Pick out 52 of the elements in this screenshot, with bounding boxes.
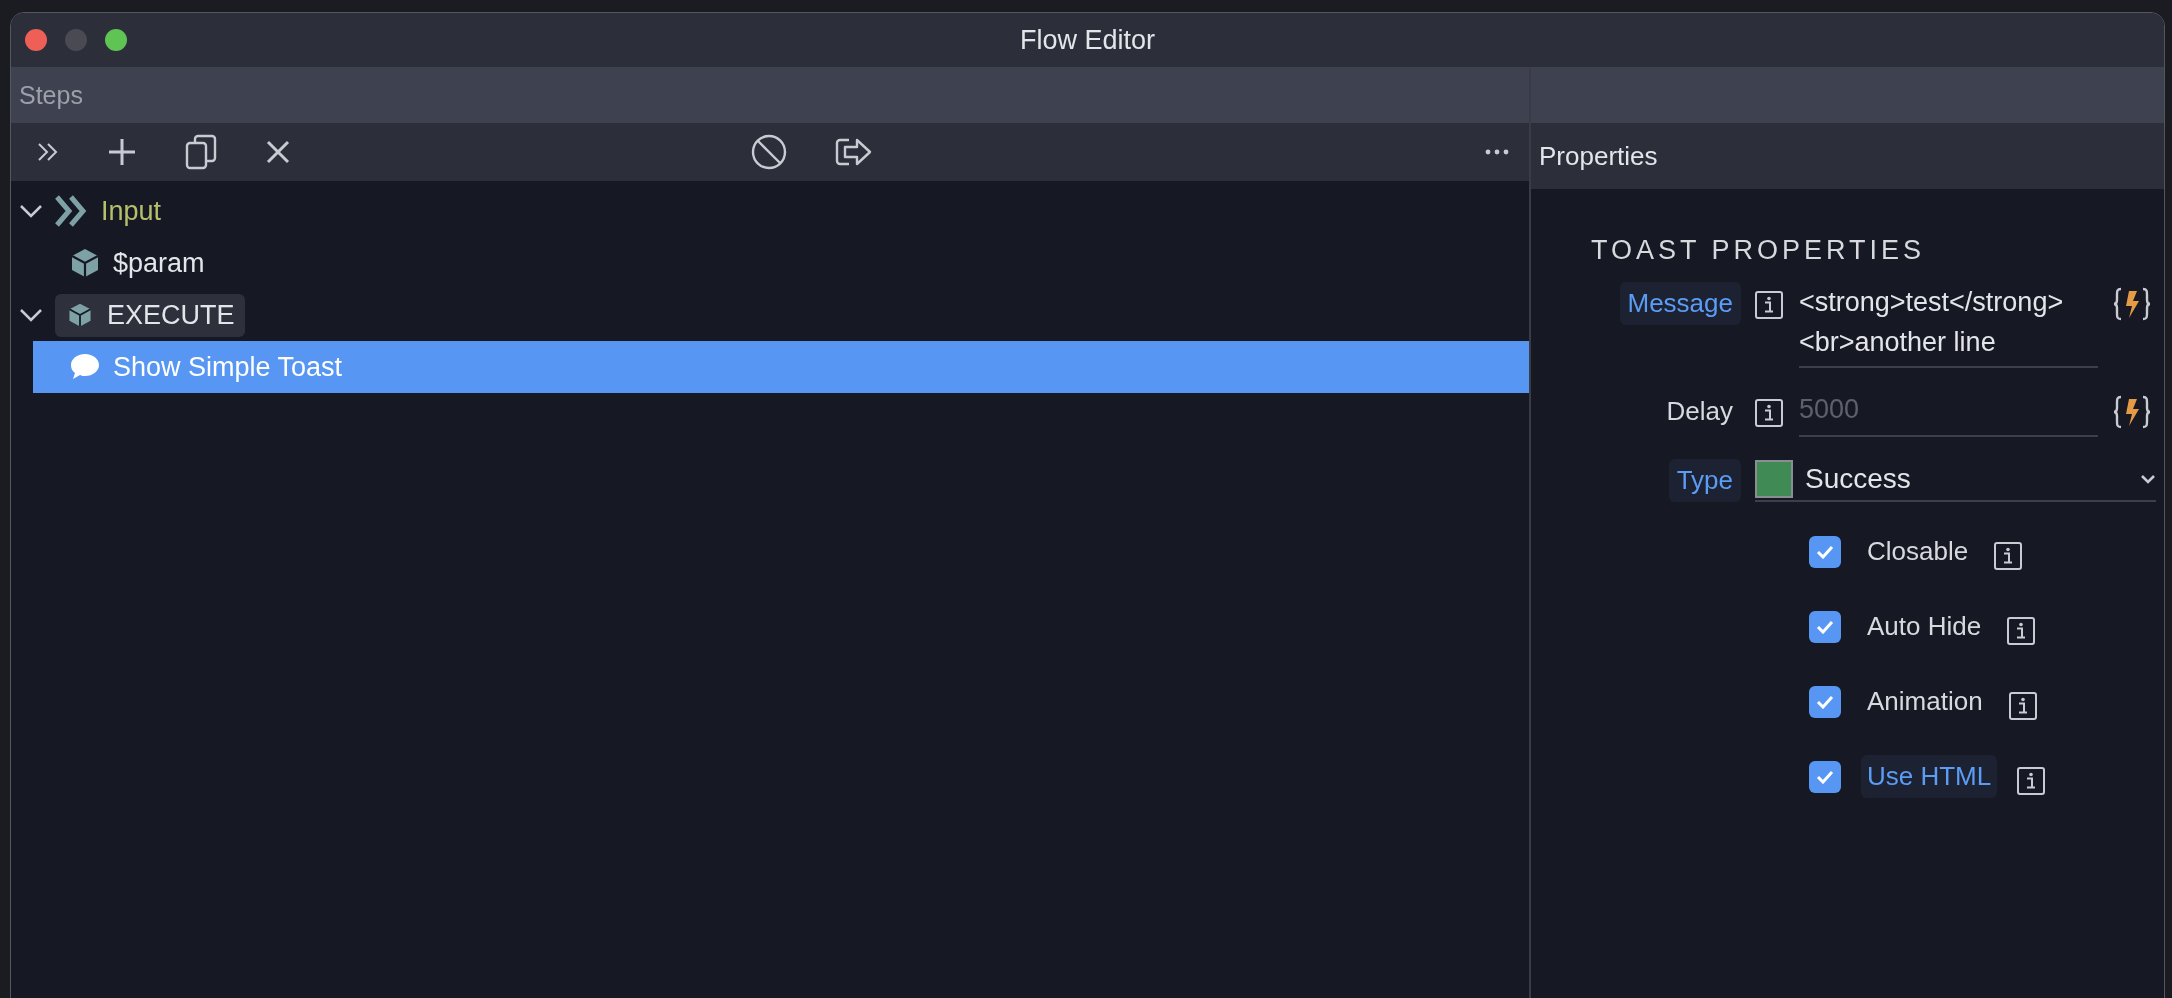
cube-icon (67, 302, 93, 328)
check-icon (1816, 619, 1834, 634)
step-label: Input (101, 195, 162, 227)
group-chip[interactable]: EXECUTE (55, 293, 245, 337)
check-icon (1816, 694, 1834, 709)
cube-icon (69, 247, 101, 279)
info-icon[interactable] (1755, 291, 1783, 319)
field-label: Message (1619, 282, 1741, 325)
more-icon[interactable] (1485, 149, 1509, 155)
option-label: Auto Hide (1866, 610, 1983, 643)
zoom-button[interactable] (105, 29, 127, 51)
window-title: Flow Editor (1019, 24, 1155, 56)
panel-title: Properties (1539, 140, 1658, 172)
section-heading: TOAST PROPERTIES (1591, 235, 1927, 266)
checkbox[interactable] (1809, 535, 1841, 568)
lightning-icon[interactable] (2112, 286, 2152, 322)
option-label: Animation (1866, 685, 1984, 718)
info-icon[interactable] (2008, 692, 2037, 720)
checkbox[interactable] (1809, 685, 1841, 718)
step-label: Show Simple Toast (113, 351, 343, 383)
tree-row[interactable]: Input (11, 185, 1529, 237)
lightning-icon[interactable] (2112, 394, 2152, 430)
step-label: $param (113, 247, 205, 279)
option-label: Use HTML (1861, 755, 1998, 798)
copy-icon[interactable] (185, 134, 217, 170)
info-icon[interactable] (2007, 617, 2036, 645)
message-field[interactable]: <strong>test</strong> <br>another line (1799, 282, 2098, 368)
tree-row[interactable]: EXECUTE (11, 289, 1529, 341)
prohibited-icon[interactable] (751, 134, 787, 170)
option-label: Closable (1866, 535, 1970, 568)
info-icon[interactable] (1755, 399, 1783, 427)
info-icon[interactable] (2017, 767, 2046, 795)
type-dropdown[interactable]: Success (1755, 459, 2156, 502)
check-icon (1816, 544, 1834, 559)
speech-bubble-icon (69, 352, 101, 382)
double-chevron-icon (55, 195, 89, 227)
step-label: EXECUTE (107, 299, 235, 331)
export-icon[interactable] (835, 136, 873, 168)
caret-icon (2140, 473, 2156, 484)
field-label: Type (1668, 459, 1741, 502)
plus-icon[interactable] (107, 137, 137, 167)
delay-field[interactable]: 5000 (1799, 390, 2098, 437)
checkbox[interactable] (1809, 610, 1841, 643)
field-label: Delay (1665, 395, 1734, 428)
check-icon (1816, 769, 1834, 784)
checkbox[interactable] (1809, 760, 1841, 793)
double-chevron-icon[interactable] (37, 142, 59, 162)
tree-row[interactable]: $param (33, 237, 1529, 289)
close-icon[interactable] (265, 139, 291, 165)
close-button[interactable] (25, 29, 47, 51)
info-icon[interactable] (1994, 542, 2023, 570)
panel-title: Steps (19, 80, 83, 110)
